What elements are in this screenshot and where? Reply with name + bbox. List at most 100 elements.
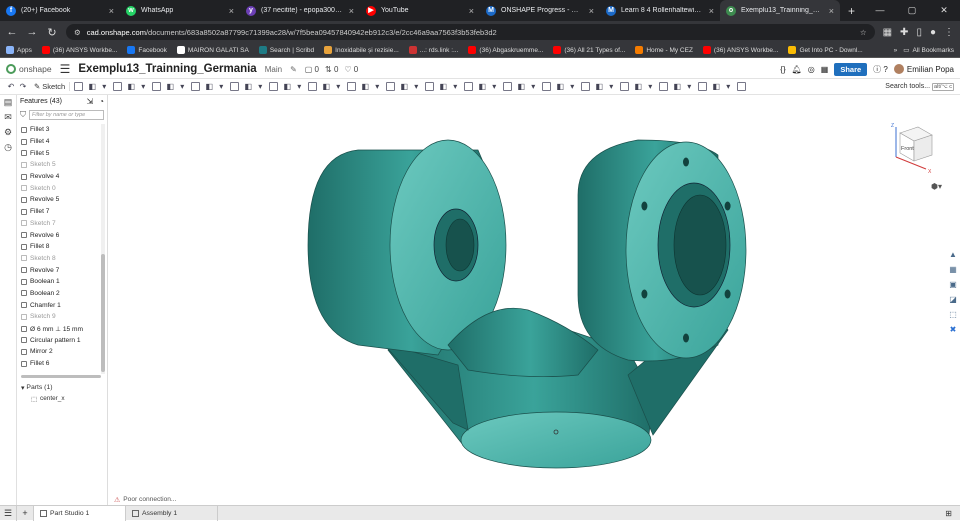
fill-icon[interactable]: ◧ [555, 82, 565, 92]
browser-tab[interactable]: M ONSHAPE Progress - Mind Lum... × [480, 0, 600, 21]
frame-icon[interactable]: ◧ [594, 82, 604, 92]
sketch-button[interactable]: ✎ Sketch [30, 82, 71, 91]
timer-icon[interactable]: ◔ [99, 97, 104, 106]
appearance-icon[interactable]: ▲ [949, 250, 957, 259]
hole-icon[interactable]: ▾ [216, 82, 226, 92]
feature-item[interactable]: Revolve 7 [17, 264, 103, 276]
shell-icon[interactable]: ◧ [204, 82, 214, 92]
derived-icon[interactable]: ▾ [567, 82, 577, 92]
feature-item[interactable]: Fillet 7 [17, 206, 103, 218]
view-cube-graphic[interactable]: Front Z X [882, 117, 942, 179]
enclose-icon[interactable]: ▾ [138, 82, 148, 92]
split-icon[interactable]: ▾ [255, 82, 265, 92]
bottom-tab[interactable]: Assembly 1 [126, 505, 218, 521]
feature-item[interactable]: Revolve 6 [17, 229, 103, 241]
feature-item[interactable]: Revolve 4 [17, 171, 103, 183]
chamfer-icon[interactable]: ◧ [165, 82, 175, 92]
profile-avatar[interactable]: ● [930, 27, 936, 38]
bend-icon[interactable]: ▾ [645, 82, 655, 92]
puzzle-icon[interactable]: ✚ [900, 27, 908, 38]
variables-icon[interactable]: ⚙ [4, 127, 12, 138]
move-face-icon[interactable] [308, 82, 318, 91]
browser-tab[interactable]: y (37 necitite) - epopa3000@yah... × [240, 0, 360, 21]
surface-icon[interactable]: ◧ [516, 82, 526, 92]
user-menu[interactable]: Emilian Popa [893, 64, 954, 74]
back-icon[interactable]: ← [6, 26, 18, 38]
feature-item[interactable]: Fillet 3 [17, 124, 103, 136]
feature-item[interactable]: Ø 6 mm ⊥ 15 mm [17, 323, 103, 335]
branch-label[interactable]: Main [265, 65, 282, 74]
graphics-area[interactable]: Front Z X ⬢▾ ▲ ▦ ▣ ◪ ⬚ ✖ [108, 95, 960, 505]
sidebar-icon[interactable]: ▯ [916, 27, 922, 38]
base-bottom[interactable] [460, 411, 652, 469]
boolean-icon[interactable]: ◧ [243, 82, 253, 92]
configurations-icon[interactable]: ✖ [950, 325, 957, 334]
sweep-icon[interactable]: ▾ [99, 82, 109, 92]
feature-filter-input[interactable]: Filter by name or type [29, 109, 104, 120]
curve-icon[interactable]: ▾ [489, 82, 499, 92]
section-icon[interactable] [425, 82, 435, 91]
pattern-icon[interactable]: ◧ [282, 82, 292, 92]
mass-props-icon[interactable]: ▣ [949, 280, 957, 289]
app-store-icon[interactable]: ▦ [821, 65, 829, 74]
helix-icon[interactable] [386, 82, 396, 91]
bookmark-item[interactable]: Apps [6, 46, 32, 54]
minimize-icon[interactable]: — [864, 0, 896, 21]
bookmark-item[interactable]: ...: rds.link :... [408, 46, 458, 54]
bookmark-item[interactable]: Facebook [127, 46, 167, 54]
feature-item[interactable]: Revolve 5 [17, 194, 103, 206]
close-icon[interactable]: × [469, 6, 474, 16]
extrude-icon[interactable] [74, 82, 84, 91]
bookmark-item[interactable]: (36) All 21 Types of... [553, 46, 625, 54]
tab-list-icon[interactable]: ☰ [0, 505, 17, 521]
bottom-tab[interactable]: Part Studio 1 [34, 505, 126, 521]
joint-icon[interactable]: ▾ [684, 82, 694, 92]
all-bookmarks-button[interactable]: ▭ All Bookmarks [903, 46, 954, 55]
bookmark-item[interactable]: (36) Abgaskruemme... [468, 46, 543, 54]
filter-icon[interactable]: ⛉ [20, 110, 26, 120]
bell-icon[interactable]: 🔔︎ [792, 65, 802, 74]
redo-icon[interactable]: ↷ [18, 82, 28, 92]
measure-icon[interactable]: ◧ [399, 82, 409, 92]
browser-tab[interactable]: o Exemplu13_Trainning_Germani... × [720, 0, 840, 21]
help-button[interactable]: ⓘ ? [873, 64, 888, 75]
comments-icon[interactable]: ✉ [4, 112, 12, 123]
bookmark-item[interactable]: (36) ANSYS Workbe... [41, 46, 117, 54]
bolt-hole[interactable] [683, 157, 689, 167]
feature-item[interactable]: Boolean 2 [17, 288, 103, 300]
feature-item[interactable]: Fillet 8 [17, 241, 103, 253]
view-options-icon[interactable]: ⬢▾ [882, 182, 942, 191]
feature-list-scrollbar[interactable] [101, 124, 105, 374]
loft-icon[interactable] [113, 82, 123, 91]
versions-count[interactable]: ▢ 0 [305, 65, 319, 74]
undo-icon[interactable]: ↶ [6, 82, 16, 92]
bookmarks-overflow-button[interactable]: » [894, 47, 898, 54]
extend-icon[interactable] [542, 82, 552, 91]
feature-item[interactable]: Fillet 4 [17, 136, 103, 148]
section-icon[interactable]: ◪ [949, 295, 957, 304]
snap-icon[interactable] [464, 82, 474, 91]
replace-face-icon[interactable]: ◧ [321, 82, 331, 92]
bolt-hole[interactable] [683, 333, 689, 343]
add-tab-button[interactable]: + [17, 505, 34, 521]
browser-tab[interactable]: w WhatsApp × [120, 0, 240, 21]
feature-list-icon[interactable]: ▤ [4, 97, 13, 108]
new-tab-button[interactable]: + [840, 4, 863, 18]
browser-tab[interactable]: ▶ YouTube × [360, 0, 480, 21]
bookmark-item[interactable]: Search | Scribd [258, 46, 314, 54]
custom-features-icon[interactable]: ⬚ [949, 310, 957, 319]
browser-tab[interactable]: f (20+) Facebook × [0, 0, 120, 21]
view-cube[interactable]: Front Z X ⬢▾ [882, 117, 942, 191]
feature-item[interactable]: Fillet 6 [17, 358, 103, 370]
parts-header[interactable]: ▾ Parts (1) [17, 382, 105, 393]
feature-item[interactable]: Sketch 9 [17, 311, 103, 323]
left-bore-inner[interactable] [445, 218, 475, 272]
close-icon[interactable]: × [349, 6, 354, 16]
menu-icon[interactable]: ⋮ [944, 27, 954, 38]
close-icon[interactable]: × [109, 6, 114, 16]
trim-icon[interactable]: ◧ [711, 82, 721, 92]
bookmark-item[interactable]: MAIRON GALATI SA [176, 46, 249, 54]
feature-item[interactable]: Circular pattern 1 [17, 334, 103, 346]
browser-tab[interactable]: M Learn 8 4 Rollenhaltewinkel Ro... × [600, 0, 720, 21]
point-icon[interactable] [503, 82, 513, 91]
